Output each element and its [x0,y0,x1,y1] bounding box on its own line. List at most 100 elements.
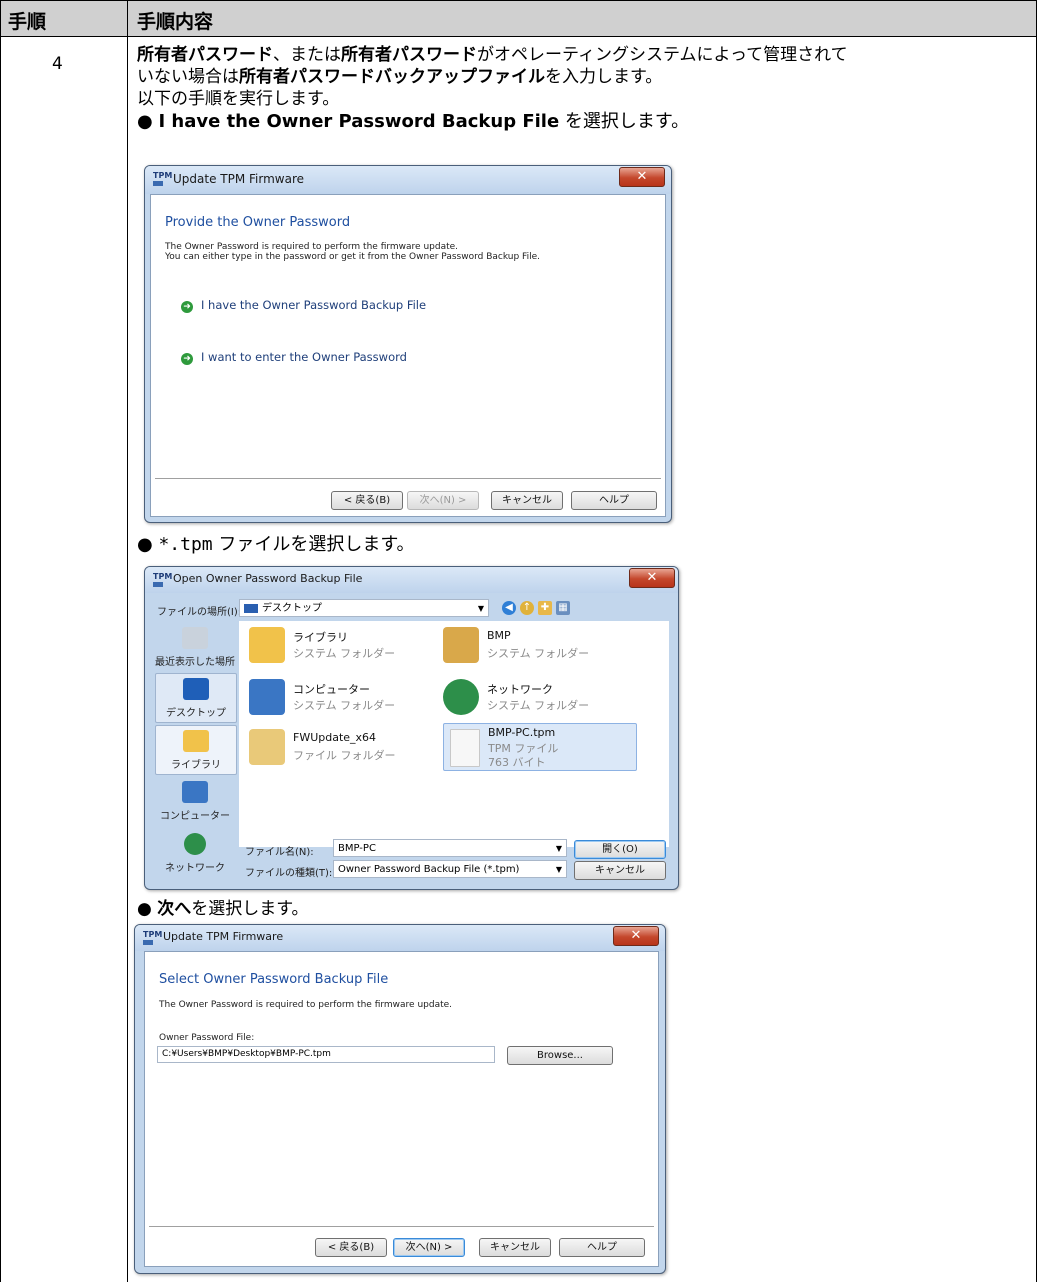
filename-label: ファイル名(N): [245,847,314,858]
wizard-client-area: Provide the Owner Password The Owner Pas… [150,194,666,517]
cancel-button[interactable]: キャンセル [574,861,666,880]
text: を選択します。 [191,899,309,919]
file-item-type: システム フォルダー [487,647,590,660]
table-right-border [1036,0,1037,1282]
text: ファイルを選択します。 [212,534,415,555]
window-title: Update TPM Firmware [163,930,284,943]
close-button[interactable]: ✕ [619,167,665,187]
up-folder-icon[interactable]: ↑ [520,601,534,615]
tpm-icon: TPM [143,931,162,945]
title-bar: TPM Update TPM Firmware ✕ [135,925,665,951]
file-item-name: コンピューター [293,683,370,696]
text: を選択します。 [559,111,690,132]
text: 、または [273,45,341,65]
view-menu-icon[interactable]: ▦ [556,601,570,615]
text: いない場合は [137,67,239,87]
bullet-3: ● 次へを選択します。 [137,898,309,920]
back-button[interactable]: < 戻る(B) [331,491,403,510]
place-label: デスクトップ [166,708,226,719]
wizard-description-1: The Owner Password is required to perfor… [159,1000,453,1010]
header-content: 手順内容 [137,11,214,33]
table-column-divider [127,0,128,1282]
file-item-type: システム フォルダー [293,699,396,712]
bullet-dot: ● [137,899,158,919]
next-button[interactable]: 次へ(N) > [393,1238,465,1257]
tpm-icon: TPM [153,172,172,186]
filename-input[interactable]: BMP-PC ▼ [333,839,567,857]
file-item-name: BMP-PC.tpm [488,726,556,739]
bullet-2: ● *.tpm ファイルを選択します。 [137,534,415,556]
option-have-backup-file[interactable]: I have the Owner Password Backup File [201,298,426,312]
file-item[interactable]: ライブラリ システム フォルダー [249,627,439,667]
step-number: 4 [52,54,63,74]
close-button[interactable]: ✕ [613,926,659,946]
location-combo[interactable]: デスクトップ ▼ [239,599,489,617]
cancel-button[interactable]: キャンセル [479,1238,551,1257]
user-folder-icon [443,627,479,663]
network-icon [184,833,206,855]
back-button[interactable]: < 戻る(B) [315,1238,387,1257]
file-item[interactable]: FWUpdate_x64 ファイル フォルダー [249,729,439,769]
recent-places-icon [182,627,208,649]
location-value: デスクトップ [262,603,322,614]
tpm-icon: TPM [153,573,172,587]
place-label: 最近表示した場所 [155,657,235,668]
place-network[interactable]: ネットワーク [155,829,235,877]
file-item[interactable]: ネットワーク システム フォルダー [443,679,633,719]
library-icon [249,627,285,663]
chevron-down-icon: ▼ [555,865,562,874]
desktop-icon [183,678,209,700]
help-button[interactable]: ヘルプ [571,491,657,510]
instruction-line-2: いない場合は所有者パスワードバックアップファイルを入力します。 [137,66,662,88]
title-bar: TPM Open Owner Password Backup File ✕ [145,567,678,593]
wizard-window-select-backup-file: TPM Update TPM Firmware ✕ Select Owner P… [134,924,666,1274]
help-button[interactable]: ヘルプ [559,1238,645,1257]
file-extension: *.tpm [158,534,213,555]
title-bar: TPM Update TPM Firmware ✕ [145,166,671,194]
file-item-name: FWUpdate_x64 [293,731,377,744]
cancel-button[interactable]: キャンセル [491,491,563,510]
place-recent[interactable]: 最近表示した場所 [155,623,235,671]
browse-button[interactable]: Browse... [507,1046,613,1065]
file-icon [450,729,480,767]
place-libraries[interactable]: ライブラリ [155,725,237,775]
file-item-size: 763 バイト [488,756,546,769]
window-title: Update TPM Firmware [173,172,305,186]
text: を入力します。 [545,67,663,87]
place-label: ネットワーク [165,863,225,874]
file-item-name: ネットワーク [487,683,553,696]
filetype-select[interactable]: Owner Password Backup File (*.tpm) ▼ [333,860,567,878]
computer-icon [249,679,285,715]
table-header-border [0,36,1037,37]
option-enter-password[interactable]: I want to enter the Owner Password [201,350,407,364]
file-path-input[interactable]: C:¥Users¥BMP¥Desktop¥BMP-PC.tpm [157,1046,495,1063]
place-computer[interactable]: コンピューター [155,777,235,825]
table-top-border [0,0,1037,1]
separator [149,1226,654,1227]
file-item[interactable]: コンピューター システム フォルダー [249,679,439,719]
place-label: ライブラリ [171,760,221,771]
new-folder-icon[interactable]: ✚ [538,601,552,615]
place-desktop[interactable]: デスクトップ [155,673,237,723]
file-item-name: BMP [487,629,511,642]
file-item-type: システム フォルダー [487,699,590,712]
text: がオペレーティングシステムによって管理されて [477,45,848,65]
place-label: コンピューター [160,811,230,822]
close-button[interactable]: ✕ [629,568,675,588]
filename-value: BMP-PC [338,843,376,854]
separator [155,478,661,479]
network-icon [443,679,479,715]
chevron-down-icon: ▼ [477,604,484,613]
next-button[interactable]: 次へ(N) > [407,491,479,510]
filetype-value: Owner Password Backup File (*.tpm) [338,864,520,875]
location-label: ファイルの場所(I): [157,607,242,618]
library-icon [183,730,209,752]
back-icon[interactable]: ◀ [502,601,516,615]
file-path-label: Owner Password File: [159,1033,255,1043]
file-item-selected[interactable]: BMP-PC.tpm TPM ファイル 763 バイト [443,723,637,771]
file-item[interactable]: BMP システム フォルダー [443,627,633,667]
wizard-window-provide-password: TPM Update TPM Firmware ✕ Provide the Ow… [144,165,672,523]
filetype-label: ファイルの種類(T): [245,868,333,879]
open-button[interactable]: 開く(O) [574,840,666,859]
instruction-line-3: 以下の手順を実行します。 [137,89,340,109]
